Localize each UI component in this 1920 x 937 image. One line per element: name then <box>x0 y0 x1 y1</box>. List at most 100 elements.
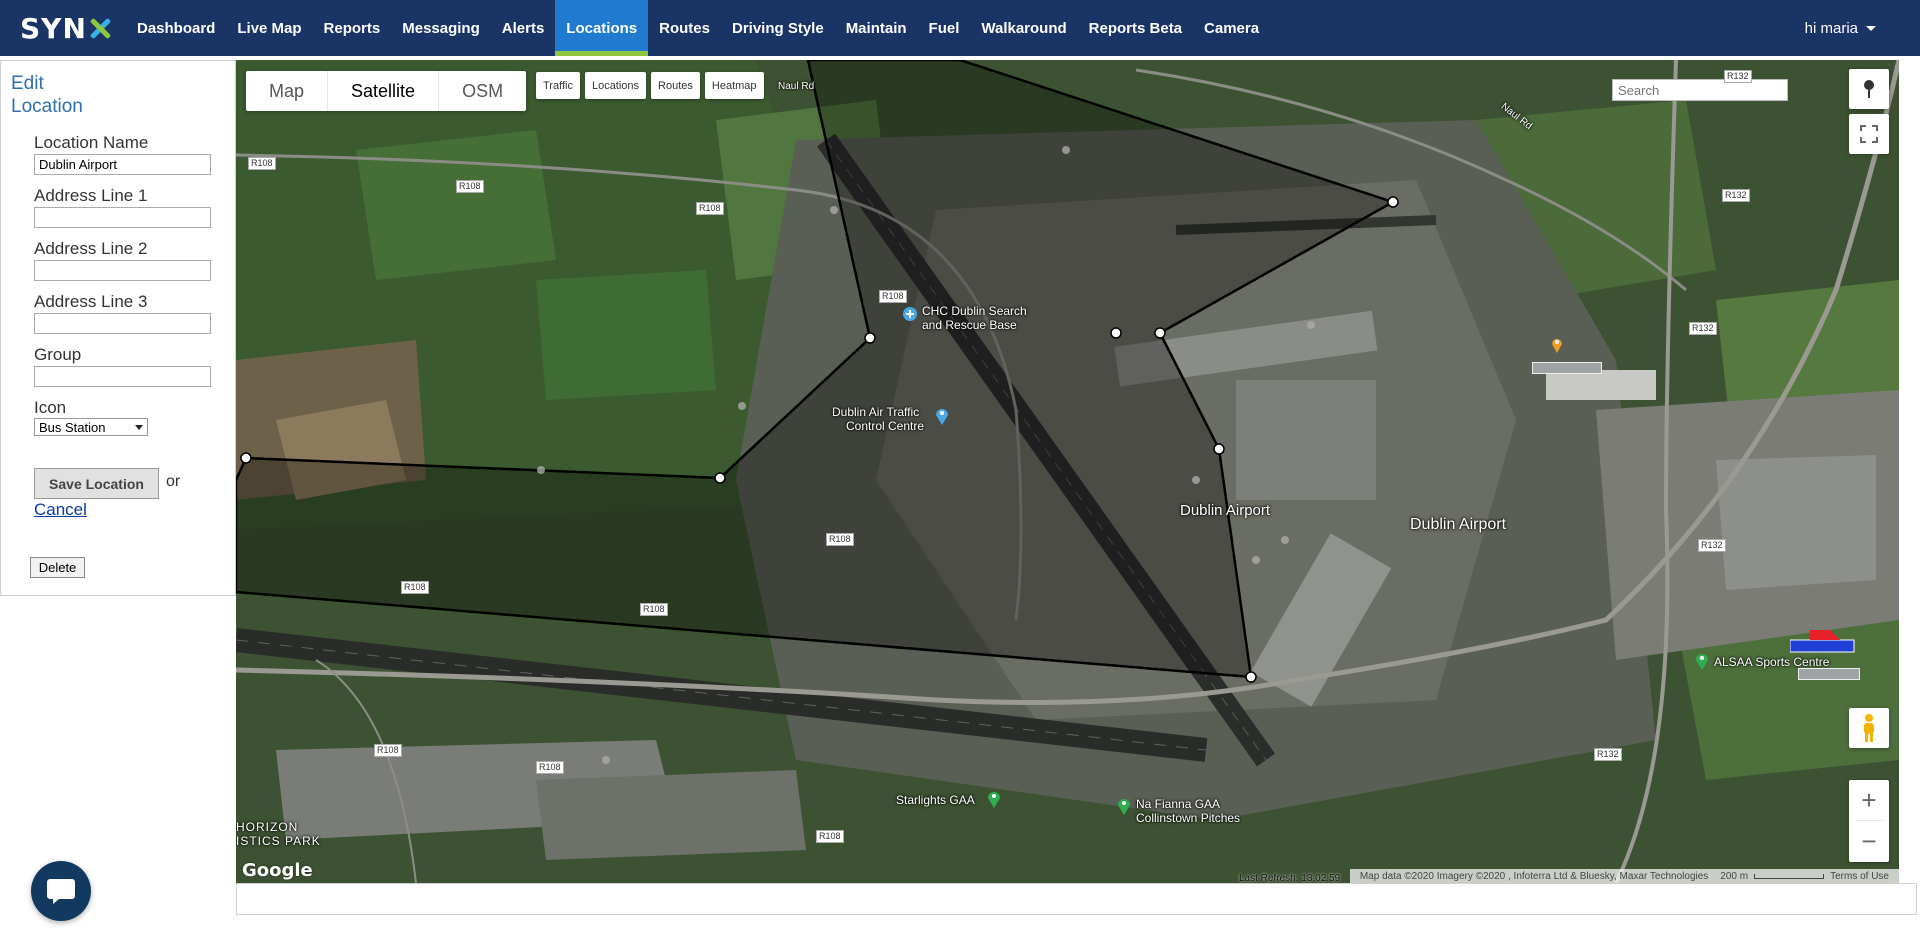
geofence-vertex-handle[interactable] <box>1245 671 1257 683</box>
vehicle-label[interactable] <box>1798 668 1860 680</box>
geofence-vertex-handle[interactable] <box>864 332 876 344</box>
road-shield-r108: R108 <box>401 581 429 594</box>
layer-locations-button[interactable]: Locations <box>584 72 647 99</box>
cancel-link[interactable]: Cancel <box>34 500 87 520</box>
alsaa-marker-icon <box>1696 654 1708 670</box>
location-name-input[interactable] <box>34 154 211 175</box>
geofence-midpoint-handle[interactable] <box>1192 476 1200 484</box>
map-search-input[interactable] <box>1612 79 1788 101</box>
location-name-label: Location Name <box>34 133 149 152</box>
road-shield-r108: R108 <box>536 761 564 774</box>
geofence-midpoint-handle[interactable] <box>830 206 838 214</box>
layer-routes-button[interactable]: Routes <box>651 72 700 99</box>
road-shield-r108: R108 <box>248 157 276 170</box>
nav-item-walkaround[interactable]: Walkaround <box>970 0 1077 56</box>
map-type-control: Map Satellite OSM <box>246 71 527 111</box>
map-canvas[interactable]: Map Satellite OSM Traffic Locations Rout… <box>236 60 1899 883</box>
label-chc-dublin-line2: and Rescue Base <box>922 318 1017 332</box>
road-shield-r108: R108 <box>640 603 668 616</box>
group-label: Group <box>34 345 82 364</box>
synx-logo[interactable]: SYN <box>20 10 111 46</box>
fullscreen-button[interactable] <box>1849 114 1889 154</box>
geofence-vertex-handle[interactable] <box>240 452 252 464</box>
na-fianna-marker-icon <box>1118 799 1130 815</box>
nav-item-routes[interactable]: Routes <box>648 0 721 56</box>
geofence-vertex-handle[interactable] <box>1387 196 1399 208</box>
nav-item-fuel[interactable]: Fuel <box>918 0 971 56</box>
nav-item-maintain[interactable]: Maintain <box>835 0 918 56</box>
chat-widget-button[interactable] <box>31 861 91 921</box>
logo-text: SYN <box>20 11 87 45</box>
geofence-vertex-handle[interactable] <box>1110 327 1122 339</box>
chat-bubble-icon <box>47 879 75 904</box>
user-greeting: hi maria <box>1804 19 1858 37</box>
nav-item-dashboard[interactable]: Dashboard <box>126 0 226 56</box>
nav-item-live-map[interactable]: Live Map <box>226 0 312 56</box>
label-atc-line2: Control Centre <box>846 419 925 433</box>
nav-item-reports[interactable]: Reports <box>313 0 392 56</box>
address-line-3-input[interactable] <box>34 313 211 334</box>
or-text: or <box>166 473 181 490</box>
location-geofence[interactable] <box>236 60 1899 883</box>
label-dublin-airport-1: Dublin Airport <box>1180 502 1271 519</box>
map-attribution: Map data ©2020 Imagery ©2020 , Infoterra… <box>1349 869 1899 883</box>
nav-item-reports-beta[interactable]: Reports Beta <box>1078 0 1193 56</box>
zoom-in-button[interactable]: + <box>1849 780 1889 820</box>
vehicle-label[interactable] <box>1532 362 1602 374</box>
road-label-naul-rd-1: Naul Rd <box>778 81 815 92</box>
geofence-vertex-handle[interactable] <box>1213 443 1225 455</box>
zoom-out-button[interactable]: − <box>1849 821 1889 861</box>
scale-bar <box>1754 873 1825 879</box>
label-na-fianna-line2: Collinstown Pitches <box>1136 811 1241 825</box>
label-chc-dublin-line1: CHC Dublin Search <box>922 304 1027 318</box>
icon-select-value: Bus Station <box>39 419 106 435</box>
group-input[interactable] <box>34 366 211 387</box>
user-menu[interactable]: hi maria <box>1805 0 1876 56</box>
nav-item-locations[interactable]: Locations <box>555 0 649 56</box>
address-line-2-input[interactable] <box>34 260 211 281</box>
road-shield-r108: R108 <box>456 180 484 193</box>
save-location-button[interactable]: Save Location <box>34 468 159 499</box>
zoom-control: + − <box>1849 780 1889 862</box>
map-type-map[interactable]: Map <box>246 71 329 111</box>
address-line-1-label: Address Line 1 <box>34 186 148 205</box>
street-view-pegman[interactable] <box>1849 708 1889 748</box>
nav-item-alerts[interactable]: Alerts <box>491 0 556 56</box>
map-type-osm[interactable]: OSM <box>439 71 526 111</box>
geofence-vertex-handle[interactable] <box>1154 327 1166 339</box>
label-starlights-gaa: Starlights GAA <box>896 793 975 807</box>
nav-item-camera[interactable]: Camera <box>1193 0 1270 56</box>
nav-item-driving-style[interactable]: Driving Style <box>721 0 835 56</box>
nav-menu: Dashboard Live Map Reports Messaging Ale… <box>126 0 1270 56</box>
geofence-vertex-handle[interactable] <box>714 472 726 484</box>
panel-title: Edit Location <box>11 72 83 118</box>
top-navigation: SYN Dashboard Live Map Reports Messaging… <box>0 0 1920 56</box>
delete-button[interactable]: Delete <box>30 557 85 578</box>
geofence-midpoint-handle[interactable] <box>602 756 610 764</box>
scale-text[interactable]: 200 m <box>1720 871 1748 882</box>
chevron-down-icon <box>1866 25 1876 31</box>
geofence-midpoint-handle[interactable] <box>1307 321 1315 329</box>
road-shield-r108: R108 <box>816 830 844 843</box>
layer-heatmap-button[interactable]: Heatmap <box>704 72 764 99</box>
road-shield-r132: R132 <box>1722 189 1750 202</box>
road-shield-r108: R108 <box>826 533 854 546</box>
geofence-midpoint-handle[interactable] <box>1252 556 1260 564</box>
geofence-midpoint-handle[interactable] <box>1062 146 1070 154</box>
address-line-1-input[interactable] <box>34 207 211 228</box>
layer-traffic-button[interactable]: Traffic <box>536 72 580 99</box>
panel-title-line1: Edit <box>11 73 44 94</box>
map-type-satellite[interactable]: Satellite <box>328 71 440 111</box>
drop-pin-button[interactable] <box>1849 69 1889 109</box>
google-logo: Google <box>242 860 313 881</box>
vehicle-marker-icon[interactable] <box>1550 336 1564 354</box>
geofence-midpoint-handle[interactable] <box>1281 536 1289 544</box>
terms-link[interactable]: Terms of Use <box>1830 871 1889 882</box>
vehicle-cluster-icon[interactable] <box>1790 626 1856 658</box>
nav-item-messaging[interactable]: Messaging <box>391 0 491 56</box>
label-atc-line1: Dublin Air Traffic <box>832 405 920 419</box>
icon-select[interactable]: Bus Station <box>34 418 148 436</box>
geofence-midpoint-handle[interactable] <box>738 402 746 410</box>
geofence-midpoint-handle[interactable] <box>537 466 545 474</box>
icon-label: Icon <box>34 398 67 417</box>
